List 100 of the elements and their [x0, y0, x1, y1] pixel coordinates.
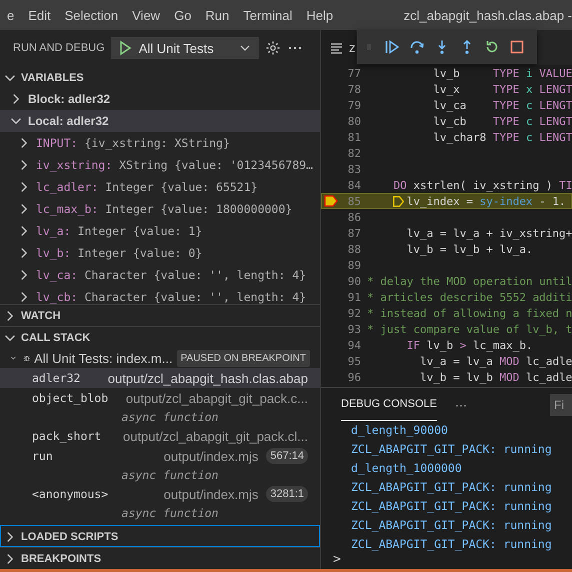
variable-entry[interactable]: lv_ca: Character {value: '', length: 4} — [36, 268, 306, 282]
menu-item[interactable]: Selection — [58, 8, 126, 22]
code-line: lv_b = lv_b MOD lc_adle — [418, 370, 572, 384]
source-path: output/zcl_abapgit_git_pack.c... — [126, 390, 308, 406]
window-title: zcl_abapgit_hash.clas.abap - — [404, 8, 572, 22]
line-number: 96 — [346, 370, 361, 384]
section-header[interactable]: CALL STACK — [0, 326, 320, 348]
code-line: lv_x TYPE x LENGT — [432, 82, 572, 96]
restart-icon[interactable] — [484, 39, 500, 55]
chevron-down-icon — [5, 74, 15, 80]
menu-item[interactable]: Run — [198, 8, 236, 22]
chevron-right-icon — [7, 532, 13, 542]
line-number: 78 — [346, 82, 361, 96]
variable-entry[interactable]: iv_xstring: XString {value: '0123456789… — [36, 158, 313, 172]
stack-frame[interactable]: <anonymous> output/index.mjs 3281:1 — [0, 484, 320, 504]
variable-entry[interactable]: lv_cb: Character {value: '', length: 4} — [36, 290, 306, 304]
variable-entry[interactable]: lv_a: Integer {value: 1} — [36, 224, 202, 238]
line-number: 90 — [346, 274, 361, 288]
status-badge: PAUSED ON BREAKPOINT — [176, 350, 310, 366]
sidebar-title: RUN AND DEBUG — [13, 42, 105, 54]
chevron-right-icon — [21, 270, 27, 280]
line-number: 89 — [346, 258, 361, 272]
code-line: lv_a = lv_a + iv_xstring+ — [406, 226, 572, 240]
menu-item[interactable]: e — [0, 8, 22, 22]
configuration-dropdown[interactable]: All Unit Tests — [110, 37, 259, 59]
async-label: async function — [120, 505, 220, 522]
code-line: lv_b TYPE i VALUE — [432, 66, 572, 80]
code-line: * articles describe 5552 additi — [367, 290, 572, 304]
scope-row[interactable]: Local: adler32 — [0, 110, 320, 132]
code-line: IF lv_b > lc_max_b. — [406, 338, 533, 352]
code-line: DO xstrlen( iv_xstring ) TI — [392, 178, 572, 192]
stop-marker-icon — [393, 194, 404, 208]
code-line: lv_char8 TYPE c LENGT — [432, 130, 572, 144]
variable-entry[interactable]: INPUT: {iv_xstring: XString} — [36, 136, 230, 150]
variable-entry[interactable]: lv_b: Integer {value: 0} — [36, 246, 202, 260]
function-name: adler32 — [32, 371, 80, 385]
section-header[interactable]: WATCH — [0, 304, 320, 326]
position-badge: 567:14 — [266, 448, 308, 464]
chevron-down-icon — [11, 355, 16, 361]
function-name: <anonymous> — [32, 487, 108, 501]
line-number: 88 — [346, 242, 361, 256]
stack-frame[interactable]: adler32 output/zcl_abapgit_hash.clas.abap — [0, 368, 320, 388]
chevron-right-icon — [21, 248, 27, 258]
line-number: 93 — [346, 322, 361, 336]
editor-tab[interactable]: z — [321, 30, 356, 65]
console-line: d_length_90000 — [351, 422, 449, 439]
code-line: lv_b = lv_b + lv_a. — [406, 242, 533, 256]
chevron-down-icon — [11, 118, 21, 124]
menu-item[interactable]: Edit — [21, 8, 58, 22]
console-prompt[interactable]: > — [321, 552, 572, 569]
line-number: 92 — [346, 306, 361, 320]
stack-frame[interactable]: object_blob output/zcl_abapgit_git_pack.c... — [0, 388, 320, 408]
line-number: 77 — [346, 66, 361, 80]
function-name: object_blob — [32, 391, 108, 405]
code-line: lv_ca TYPE c LENGT — [432, 98, 572, 112]
menu-item[interactable]: Go — [167, 8, 198, 22]
variable-entry[interactable]: lc_adler: Integer {value: 65521} — [36, 180, 258, 194]
console-line: d_length_1000000 — [351, 460, 463, 477]
step-over-icon[interactable] — [409, 39, 425, 55]
thread-label: All Unit Tests: index.m... — [34, 350, 173, 366]
chevron-right-icon — [21, 138, 27, 148]
variable-entry[interactable]: lc_max_b: Integer {value: 1800000000} — [36, 202, 292, 216]
code-line: lv_index = sy-index - 1. — [406, 194, 566, 208]
async-label: async function — [120, 467, 220, 484]
panel-tab[interactable]: DEBUG CONSOLE — [341, 388, 437, 421]
thread-row[interactable]: All Unit Tests: index.m... PAUSED ON BREAKPOINT — [0, 348, 320, 368]
line-number: 84 — [346, 178, 361, 192]
settings-icon[interactable] — [264, 40, 281, 56]
continue-icon[interactable] — [384, 39, 400, 55]
function-name: pack_short — [32, 429, 102, 443]
chevron-right-icon — [21, 160, 27, 170]
stack-frame[interactable]: run output/index.mjs 567:14 — [0, 446, 320, 466]
section-header[interactable]: VARIABLES — [0, 66, 320, 88]
async-label: async function — [120, 409, 220, 426]
line-number: 80 — [346, 114, 361, 128]
stack-frame[interactable]: pack_short output/zcl_abapgit_git_pack.cl... — [0, 426, 320, 446]
chevron-down-icon — [5, 334, 15, 340]
line-number: 83 — [346, 162, 361, 176]
code-line: * delay the MOD operation until — [367, 274, 572, 288]
section-header[interactable]: LOADED SCRIPTS — [0, 525, 320, 547]
chevron-right-icon — [7, 554, 13, 564]
source-path: output/index.mjs — [164, 448, 258, 464]
chevron-right-icon — [21, 204, 27, 214]
line-number: 91 — [346, 290, 361, 304]
code-line: lv_cb TYPE c LENGT — [432, 114, 572, 128]
menu-item[interactable]: Help — [299, 8, 340, 22]
scope-row[interactable]: Block: adler32 — [0, 88, 320, 110]
more-button[interactable]: ··· — [454, 398, 467, 412]
position-badge: 3281:1 — [266, 486, 308, 502]
filter-field[interactable]: Fi — [550, 394, 572, 416]
menu-item[interactable]: View — [125, 8, 168, 22]
line-number: 94 — [346, 338, 361, 352]
source-path: output/zcl_abapgit_git_pack.cl... — [122, 428, 308, 444]
menu-item[interactable]: Terminal — [236, 8, 300, 22]
console-line: ZCL_ABAPGIT_GIT_PACK: running — [351, 441, 553, 458]
line-number: 82 — [346, 146, 361, 160]
line-number: 85 — [346, 194, 361, 208]
stop-icon[interactable] — [509, 39, 525, 55]
line-number: 87 — [346, 226, 361, 240]
code-line: * instead of allowing a fixed n — [367, 306, 572, 320]
